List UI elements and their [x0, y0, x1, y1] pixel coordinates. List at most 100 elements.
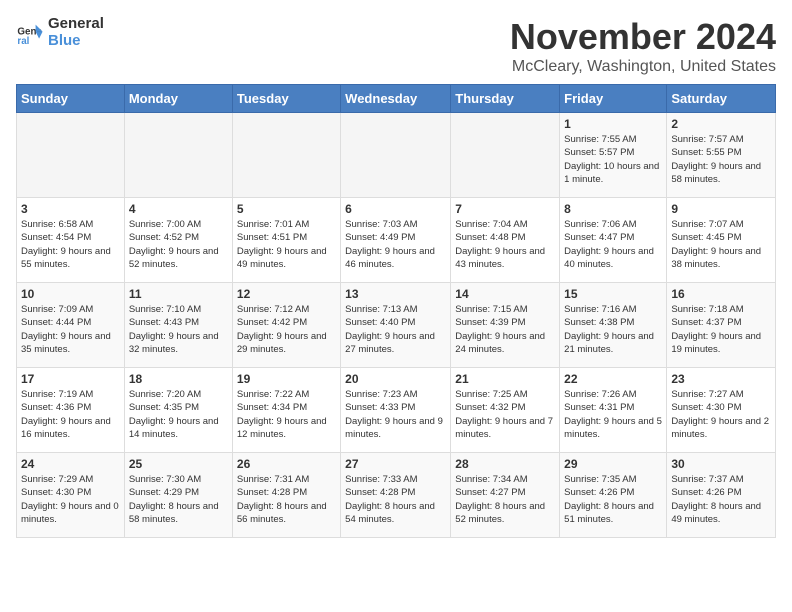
calendar-table: SundayMondayTuesdayWednesdayThursdayFrid…: [16, 84, 776, 538]
calendar-cell: 25Sunrise: 7:30 AM Sunset: 4:29 PM Dayli…: [124, 453, 232, 538]
day-number: 5: [237, 202, 336, 216]
calendar-body: 1 Sunrise: 7:55 AM Sunset: 5:57 PM Daylig…: [17, 113, 776, 538]
day-number: 12: [237, 287, 336, 301]
day-number: 1: [564, 117, 662, 131]
day-number: 28: [455, 457, 555, 471]
day-number: 25: [129, 457, 228, 471]
calendar-cell: 24 Sunrise: 7:29 AM Sunset: 4:30 PM Dayli…: [17, 453, 125, 538]
calendar-cell: 2 Sunrise: 7:57 AM Sunset: 5:55 PM Daylig…: [667, 113, 776, 198]
calendar-cell: [341, 113, 451, 198]
day-info: Sunrise: 7:35 AM Sunset: 4:26 PM Dayligh…: [564, 473, 662, 526]
day-info: Sunrise: 7:03 AM Sunset: 4:49 PM Dayligh…: [345, 218, 446, 271]
day-info: Sunrise: 6:58 AM Sunset: 4:54 PM Dayligh…: [21, 218, 120, 271]
calendar-cell: 29 Sunrise: 7:35 AM Sunset: 4:26 PM Dayli…: [560, 453, 667, 538]
calendar-header-wednesday: Wednesday: [341, 85, 451, 113]
calendar-cell: 18Sunrise: 7:20 AM Sunset: 4:35 PM Dayli…: [124, 368, 232, 453]
calendar-week-4: 24 Sunrise: 7:29 AM Sunset: 4:30 PM Dayli…: [17, 453, 776, 538]
day-number: 2: [671, 117, 771, 131]
calendar-cell: 11Sunrise: 7:10 AM Sunset: 4:43 PM Dayli…: [124, 283, 232, 368]
calendar-cell: 6 Sunrise: 7:03 AM Sunset: 4:49 PM Daylig…: [341, 198, 451, 283]
day-number: 24: [21, 457, 120, 471]
day-number: 23: [671, 372, 771, 386]
header: Gene ral General Blue November 2024 McCl…: [16, 16, 776, 76]
calendar-cell: 12 Sunrise: 7:12 AM Sunset: 4:42 PM Dayli…: [232, 283, 340, 368]
day-number: 17: [21, 372, 120, 386]
day-info: Sunrise: 7:12 AM Sunset: 4:42 PM Dayligh…: [237, 303, 336, 356]
day-info: Sunrise: 7:29 AM Sunset: 4:30 PM Dayligh…: [21, 473, 120, 526]
day-info: Sunrise: 7:26 AM Sunset: 4:31 PM Dayligh…: [564, 388, 662, 441]
calendar-cell: 16 Sunrise: 7:18 AM Sunset: 4:37 PM Dayli…: [667, 283, 776, 368]
day-number: 14: [455, 287, 555, 301]
day-info: Sunrise: 7:00 AM Sunset: 4:52 PM Dayligh…: [129, 218, 228, 271]
calendar-cell: 13 Sunrise: 7:13 AM Sunset: 4:40 PM Dayli…: [341, 283, 451, 368]
calendar-cell: 22Sunrise: 7:26 AM Sunset: 4:31 PM Dayli…: [560, 368, 667, 453]
day-number: 19: [237, 372, 336, 386]
day-info: Sunrise: 7:55 AM Sunset: 5:57 PM Dayligh…: [564, 133, 662, 186]
calendar-header-tuesday: Tuesday: [232, 85, 340, 113]
day-info: Sunrise: 7:37 AM Sunset: 4:26 PM Dayligh…: [671, 473, 771, 526]
day-number: 6: [345, 202, 446, 216]
calendar-cell: 20Sunrise: 7:23 AM Sunset: 4:33 PM Dayli…: [341, 368, 451, 453]
calendar-cell: 15 Sunrise: 7:16 AM Sunset: 4:38 PM Dayli…: [560, 283, 667, 368]
calendar-header-saturday: Saturday: [667, 85, 776, 113]
day-number: 7: [455, 202, 555, 216]
day-number: 4: [129, 202, 228, 216]
day-info: Sunrise: 7:06 AM Sunset: 4:47 PM Dayligh…: [564, 218, 662, 271]
calendar-header-row: SundayMondayTuesdayWednesdayThursdayFrid…: [17, 85, 776, 113]
calendar-week-0: 1 Sunrise: 7:55 AM Sunset: 5:57 PM Daylig…: [17, 113, 776, 198]
calendar-cell: 1 Sunrise: 7:55 AM Sunset: 5:57 PM Daylig…: [560, 113, 667, 198]
day-info: Sunrise: 7:33 AM Sunset: 4:28 PM Dayligh…: [345, 473, 446, 526]
day-info: Sunrise: 7:18 AM Sunset: 4:37 PM Dayligh…: [671, 303, 771, 356]
calendar-header-monday: Monday: [124, 85, 232, 113]
day-info: Sunrise: 7:01 AM Sunset: 4:51 PM Dayligh…: [237, 218, 336, 271]
calendar-cell: [124, 113, 232, 198]
calendar-header-sunday: Sunday: [17, 85, 125, 113]
svg-text:ral: ral: [17, 36, 29, 47]
calendar-cell: 19Sunrise: 7:22 AM Sunset: 4:34 PM Dayli…: [232, 368, 340, 453]
day-number: 27: [345, 457, 446, 471]
day-number: 3: [21, 202, 120, 216]
calendar-cell: 23Sunrise: 7:27 AM Sunset: 4:30 PM Dayli…: [667, 368, 776, 453]
calendar-cell: 3 Sunrise: 6:58 AM Sunset: 4:54 PM Daylig…: [17, 198, 125, 283]
calendar-week-1: 3 Sunrise: 6:58 AM Sunset: 4:54 PM Daylig…: [17, 198, 776, 283]
day-number: 29: [564, 457, 662, 471]
calendar-header-friday: Friday: [560, 85, 667, 113]
day-number: 20: [345, 372, 446, 386]
logo-text-line1: General: [48, 16, 104, 33]
day-number: 8: [564, 202, 662, 216]
day-number: 30: [671, 457, 771, 471]
calendar-cell: 21Sunrise: 7:25 AM Sunset: 4:32 PM Dayli…: [451, 368, 560, 453]
calendar-cell: [232, 113, 340, 198]
day-info: Sunrise: 7:04 AM Sunset: 4:48 PM Dayligh…: [455, 218, 555, 271]
calendar-week-2: 10Sunrise: 7:09 AM Sunset: 4:44 PM Dayli…: [17, 283, 776, 368]
calendar-cell: 5 Sunrise: 7:01 AM Sunset: 4:51 PM Daylig…: [232, 198, 340, 283]
day-info: Sunrise: 7:25 AM Sunset: 4:32 PM Dayligh…: [455, 388, 555, 441]
day-number: 9: [671, 202, 771, 216]
logo: Gene ral General Blue: [16, 16, 104, 49]
day-number: 10: [21, 287, 120, 301]
day-number: 15: [564, 287, 662, 301]
title-area: November 2024 McCleary, Washington, Unit…: [510, 16, 776, 76]
month-title: November 2024: [510, 16, 776, 58]
day-number: 16: [671, 287, 771, 301]
day-info: Sunrise: 7:07 AM Sunset: 4:45 PM Dayligh…: [671, 218, 771, 271]
day-info: Sunrise: 7:34 AM Sunset: 4:27 PM Dayligh…: [455, 473, 555, 526]
calendar-cell: [451, 113, 560, 198]
day-info: Sunrise: 7:20 AM Sunset: 4:35 PM Dayligh…: [129, 388, 228, 441]
calendar-cell: 17 Sunrise: 7:19 AM Sunset: 4:36 PM Dayli…: [17, 368, 125, 453]
calendar-cell: 10Sunrise: 7:09 AM Sunset: 4:44 PM Dayli…: [17, 283, 125, 368]
day-number: 13: [345, 287, 446, 301]
calendar-cell: 9 Sunrise: 7:07 AM Sunset: 4:45 PM Daylig…: [667, 198, 776, 283]
calendar-header-thursday: Thursday: [451, 85, 560, 113]
location-title: McCleary, Washington, United States: [510, 58, 776, 76]
calendar-cell: [17, 113, 125, 198]
day-info: Sunrise: 7:19 AM Sunset: 4:36 PM Dayligh…: [21, 388, 120, 441]
logo-text-line2: Blue: [48, 33, 104, 50]
day-info: Sunrise: 7:16 AM Sunset: 4:38 PM Dayligh…: [564, 303, 662, 356]
logo-icon: Gene ral: [16, 19, 44, 47]
day-info: Sunrise: 7:15 AM Sunset: 4:39 PM Dayligh…: [455, 303, 555, 356]
day-info: Sunrise: 7:57 AM Sunset: 5:55 PM Dayligh…: [671, 133, 771, 186]
day-info: Sunrise: 7:31 AM Sunset: 4:28 PM Dayligh…: [237, 473, 336, 526]
day-number: 11: [129, 287, 228, 301]
day-info: Sunrise: 7:13 AM Sunset: 4:40 PM Dayligh…: [345, 303, 446, 356]
